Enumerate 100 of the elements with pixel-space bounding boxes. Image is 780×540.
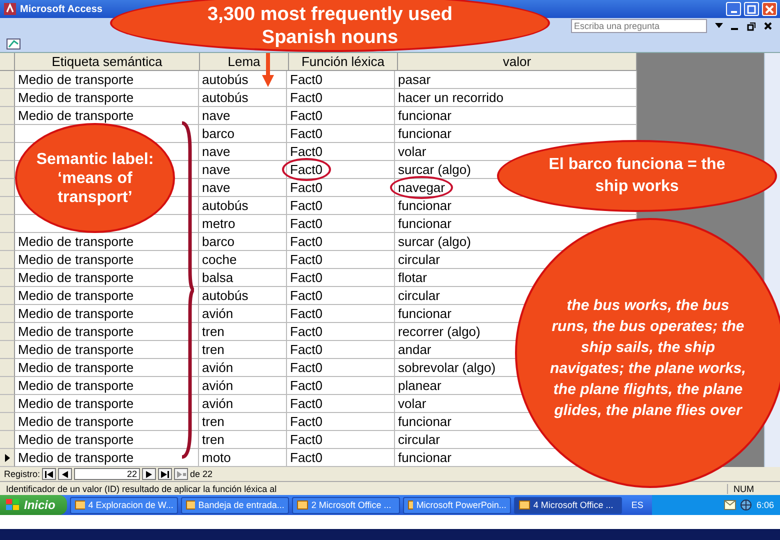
table-cell: Medio de transporte [15, 287, 199, 305]
table-cell: coche [199, 251, 287, 269]
last-record-button[interactable] [158, 468, 172, 480]
table-cell: Medio de transporte [15, 431, 199, 449]
table-cell: Medio de transporte [15, 305, 199, 323]
taskbar-button[interactable]: 2 Microsoft Office ... [292, 496, 400, 514]
table-cell: Fact0 [287, 179, 395, 197]
close-icon [765, 4, 774, 14]
close-icon[interactable] [764, 22, 772, 30]
table-cell: Medio de transporte [15, 323, 199, 341]
table-cell: nave [199, 179, 287, 197]
table-cell: Fact0 [287, 431, 395, 449]
table-cell: autobús [199, 287, 287, 305]
window-icon [297, 500, 308, 510]
table-cell: metro [199, 215, 287, 233]
window-icon [519, 500, 530, 510]
column-header[interactable]: Etiqueta semántica [15, 53, 200, 71]
record-total: de 22 [190, 469, 213, 479]
first-icon [45, 470, 54, 478]
table-cell: Medio de transporte [15, 395, 199, 413]
table-cell: Fact0 [287, 251, 395, 269]
highlight-ring [282, 158, 331, 181]
maximize-icon [747, 4, 756, 14]
table-cell: tren [199, 431, 287, 449]
table-cell: Fact0 [287, 359, 395, 377]
help-search-field[interactable]: Escriba una pregunta [571, 19, 707, 33]
table-cell: hacer un recorrido [395, 89, 637, 107]
restore-icon[interactable] [747, 22, 756, 30]
table-cell: Fact0 [287, 305, 395, 323]
taskbar-button[interactable]: 4 Exploracion de W... [70, 496, 178, 514]
maximize-button[interactable] [744, 2, 759, 16]
language-indicator[interactable]: ES [625, 500, 650, 510]
highlight-ring [390, 176, 453, 199]
last-icon [161, 470, 170, 478]
table-cell: Fact0 [287, 71, 395, 89]
first-record-button[interactable] [42, 468, 56, 480]
table-cell: nave [199, 143, 287, 161]
taskbar-button[interactable]: 4 Microsoft Office ... [514, 496, 622, 514]
title-callout: 3,300 most frequently used Spanish nouns [110, 0, 550, 52]
taskbar-button[interactable]: Microsoft PowerPoin... [403, 496, 512, 514]
table-cell: avión [199, 359, 287, 377]
table-cell: funcionar [395, 107, 637, 125]
table-cell: Medio de transporte [15, 341, 199, 359]
table-cell: Fact0 [287, 323, 395, 341]
table-cell: pasar [395, 71, 637, 89]
down-arrow [262, 53, 274, 87]
table-cell: barco [199, 125, 287, 143]
table-cell: tren [199, 413, 287, 431]
table-cell: Medio de transporte [15, 71, 199, 89]
column-header[interactable]: valor [398, 53, 637, 71]
table-cell: Fact0 [287, 413, 395, 431]
window-icon [186, 500, 196, 510]
table-cell: Fact0 [287, 215, 395, 233]
table-cell: autobús [199, 197, 287, 215]
table-cell: Medio de transporte [15, 413, 199, 431]
table-cell: balsa [199, 269, 287, 287]
table-cell: avión [199, 305, 287, 323]
column-header[interactable]: Lema [200, 53, 289, 71]
table-cell: Fact0 [287, 287, 395, 305]
taskbar-button[interactable]: Bandeja de entrada... [181, 496, 290, 514]
table-cell: Fact0 [287, 269, 395, 287]
record-selector[interactable] [0, 449, 15, 467]
next-record-button[interactable] [142, 468, 156, 480]
table-cell: Fact0 [287, 233, 395, 251]
table-cell: tren [199, 323, 287, 341]
table-cell: Fact0 [287, 89, 395, 107]
table-cell: barco [199, 233, 287, 251]
globe-icon[interactable] [740, 499, 752, 511]
table-cell: Fact0 [287, 143, 395, 161]
column-header[interactable]: Función léxica [289, 53, 398, 71]
new-record-button[interactable] [174, 468, 188, 480]
status-text: Identificador de un valor (ID) resultado de aplicar la función léxica al [6, 484, 277, 494]
table-cell: Medio de transporte [15, 377, 199, 395]
window-icon [408, 500, 414, 510]
table-cell: Medio de transporte [15, 89, 199, 107]
record-number-field[interactable]: 22 [74, 468, 140, 480]
previous-icon [62, 470, 68, 478]
next-icon [146, 470, 152, 478]
table-cell: tren [199, 341, 287, 359]
record-label: Registro: [4, 469, 40, 479]
clock: 6:06 [756, 500, 774, 510]
previous-record-button[interactable] [58, 468, 72, 480]
new-record-icon [176, 470, 186, 478]
dropdown-arrow-icon[interactable] [715, 23, 723, 29]
table-cell: Fact0 [287, 395, 395, 413]
design-view-icon[interactable] [6, 36, 22, 50]
table-cell: nave [199, 161, 287, 179]
table-cell: Medio de transporte [15, 251, 199, 269]
table-cell: avión [199, 395, 287, 413]
table-cell: Medio de transporte [15, 269, 199, 287]
table-cell: autobús [199, 89, 287, 107]
flag-icon [6, 499, 20, 511]
window-icon [75, 500, 86, 510]
table-cell: Medio de transporte [15, 359, 199, 377]
table-cell: Fact0 [287, 107, 395, 125]
table-cell: Fact0 [287, 161, 395, 179]
envelope-icon[interactable] [724, 500, 736, 510]
table-cell: Fact0 [287, 125, 395, 143]
minimize-button[interactable] [726, 2, 741, 16]
close-button[interactable] [762, 2, 777, 16]
